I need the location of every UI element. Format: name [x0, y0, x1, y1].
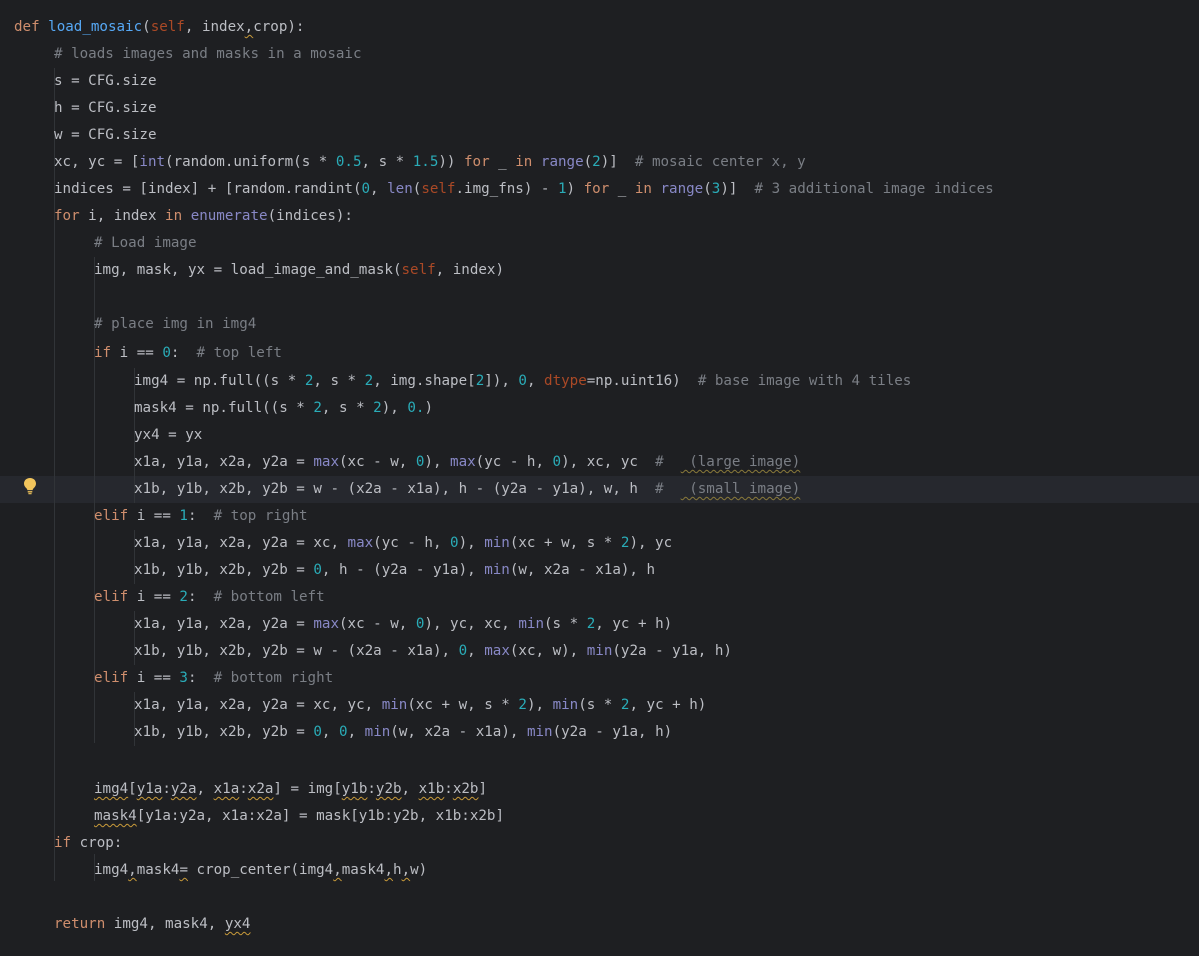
code-line[interactable]: img4,mask4= crop_center(img4,mask4,h,w) [94, 857, 427, 884]
code-line[interactable]: h = CFG.size [54, 95, 157, 122]
code-line[interactable]: yx4 = yx [134, 422, 202, 449]
code-editor[interactable]: def load_mosaic(self, index,crop): # loa… [0, 0, 1199, 956]
code-line[interactable]: if crop: [54, 830, 122, 857]
code-line[interactable]: s = CFG.size [54, 68, 157, 95]
code-line[interactable]: elif i == 3: # bottom right [94, 665, 333, 692]
code-line[interactable]: img4 = np.full((s * 2, s * 2, img.shape[… [134, 368, 911, 395]
code-line[interactable]: def load_mosaic(self, index,crop): [14, 14, 304, 41]
code-line[interactable]: img, mask, yx = load_image_and_mask(self… [94, 257, 504, 284]
code-line[interactable]: w = CFG.size [54, 122, 157, 149]
code-line[interactable]: x1b, y1b, x2b, y2b = 0, h - (y2a - y1a),… [134, 557, 655, 584]
code-line[interactable]: x1a, y1a, x2a, y2a = xc, yc, min(xc + w,… [134, 692, 706, 719]
code-line[interactable]: # place img in img4 [94, 311, 256, 338]
code-line[interactable]: x1a, y1a, x2a, y2a = xc, max(yc - h, 0),… [134, 530, 672, 557]
code-line[interactable]: # loads images and masks in a mosaic [54, 41, 362, 68]
code-line[interactable]: mask4 = np.full((s * 2, s * 2), 0.) [134, 395, 433, 422]
code-line[interactable]: elif i == 2: # bottom left [94, 584, 325, 611]
code-line[interactable]: x1b, y1b, x2b, y2b = w - (x2a - x1a), 0,… [134, 638, 732, 665]
code-line[interactable]: mask4[y1a:y2a, x1a:x2a] = mask[y1b:y2b, … [94, 803, 504, 830]
code-line[interactable]: indices = [index] + [random.randint(0, l… [54, 176, 994, 203]
code-line[interactable]: x1b, y1b, x2b, y2b = w - (x2a - x1a), h … [134, 476, 800, 503]
code-line[interactable]: elif i == 1: # top right [94, 503, 308, 530]
code-line[interactable]: # Load image [94, 230, 197, 257]
lightbulb-icon[interactable] [23, 477, 37, 495]
code-line[interactable]: for i, index in enumerate(indices): [54, 203, 353, 230]
code-line[interactable]: img4[y1a:y2a, x1a:x2a] = img[y1b:y2b, x1… [94, 776, 487, 803]
code-line[interactable]: xc, yc = [int(random.uniform(s * 0.5, s … [54, 149, 806, 176]
code-line[interactable]: if i == 0: # top left [94, 340, 282, 367]
code-line[interactable]: return img4, mask4, yx4 [54, 911, 250, 938]
code-line[interactable]: x1a, y1a, x2a, y2a = max(xc - w, 0), max… [134, 449, 800, 476]
code-line[interactable]: x1a, y1a, x2a, y2a = max(xc - w, 0), yc,… [134, 611, 672, 638]
code-line[interactable]: x1b, y1b, x2b, y2b = 0, 0, min(w, x2a - … [134, 719, 672, 746]
